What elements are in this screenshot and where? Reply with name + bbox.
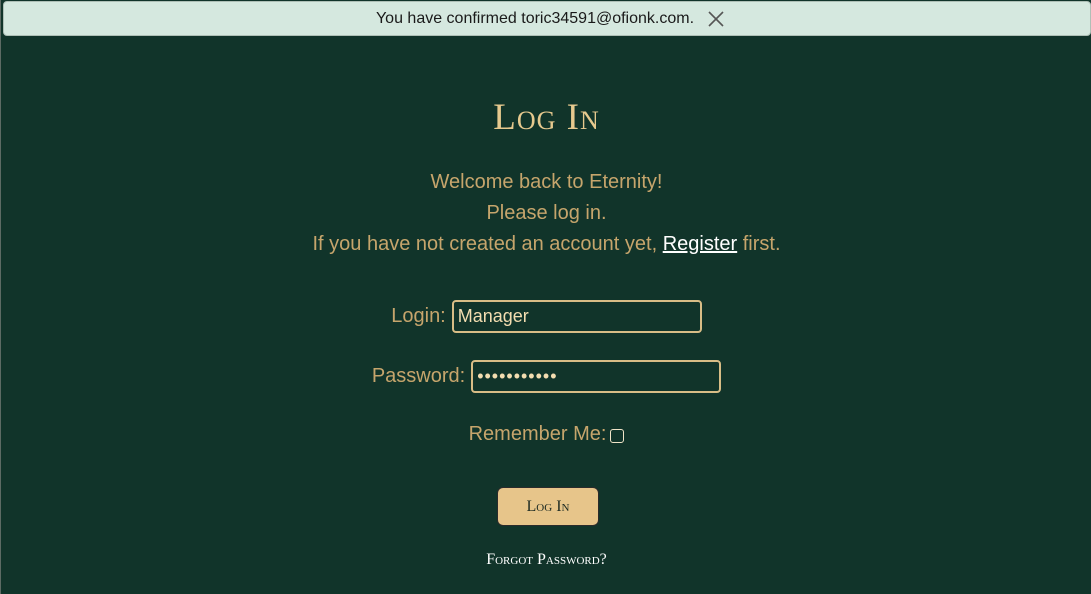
page-title: Log In xyxy=(493,97,600,138)
flash-notice: You have confirmed toric34591@ofionk.com… xyxy=(3,1,1091,36)
please-line: Please log in. xyxy=(486,202,607,224)
password-label: Password: xyxy=(371,365,466,387)
page-frame: You have confirmed toric34591@ofionk.com… xyxy=(0,0,1091,594)
register-suffix: first. xyxy=(737,233,781,255)
password-row: Password: xyxy=(1,360,1091,393)
login-input[interactable] xyxy=(451,300,702,333)
register-prefix: If you have not created an account yet, xyxy=(312,233,663,255)
forgot-password-link[interactable]: Forgot Password? xyxy=(1,551,1091,569)
login-button[interactable]: Log In xyxy=(497,487,599,526)
flash-message: You have confirmed toric34591@ofionk.com… xyxy=(375,9,695,27)
register-line: If you have not created an account yet, … xyxy=(1,229,1091,260)
login-label: Login: xyxy=(391,305,446,327)
intro-text: Welcome back to Eternity! Please log in.… xyxy=(1,167,1091,260)
close-icon[interactable] xyxy=(706,9,726,29)
login-row: Login: xyxy=(1,300,1091,333)
remember-row: Remember Me: xyxy=(1,423,1091,446)
remember-label: Remember Me: xyxy=(468,423,607,445)
remember-checkbox[interactable] xyxy=(610,428,625,443)
password-input[interactable] xyxy=(471,360,722,393)
register-link[interactable]: Register xyxy=(663,233,737,255)
welcome-line: Welcome back to Eternity! xyxy=(430,171,663,193)
